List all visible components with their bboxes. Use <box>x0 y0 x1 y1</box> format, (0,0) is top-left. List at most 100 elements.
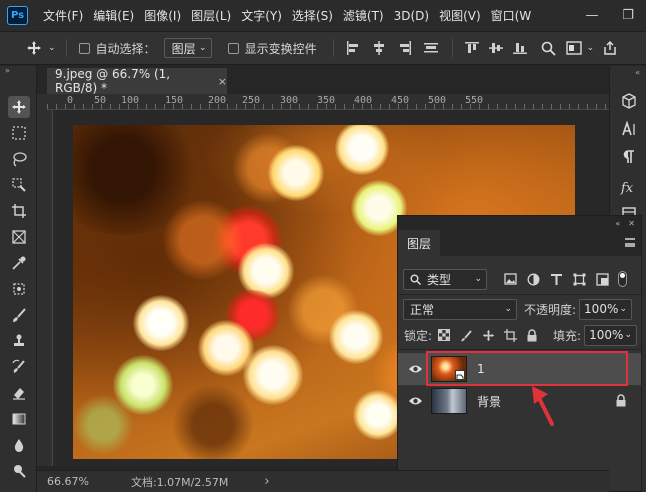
ruler-label: 450 <box>391 95 410 106</box>
move-tool-icon[interactable] <box>8 96 30 118</box>
eraser-tool-icon[interactable] <box>8 382 30 404</box>
collapse-icon[interactable]: » <box>0 66 36 80</box>
blur-tool-icon[interactable] <box>8 434 30 456</box>
dodge-tool-icon[interactable] <box>8 460 30 482</box>
divider <box>398 294 641 295</box>
dark-bokeh <box>173 385 253 459</box>
horizontal-ruler[interactable]: 0 50 100 150 200 250 300 350 400 450 500… <box>47 94 609 110</box>
crop-tool-icon[interactable] <box>8 200 30 222</box>
collapse-icon[interactable]: « <box>615 219 620 228</box>
filter-kind-dropdown[interactable]: 类型 ⌄ <box>403 268 487 290</box>
history-brush-tool-icon[interactable] <box>8 356 30 378</box>
character-panel-icon[interactable] <box>620 120 638 138</box>
fill-value: 100% <box>589 328 624 342</box>
status-menu-arrow[interactable]: › <box>264 474 269 489</box>
lock-all-icon[interactable] <box>525 328 539 342</box>
ruler-label: 100 <box>121 95 140 106</box>
lasso-tool-icon[interactable] <box>8 148 30 170</box>
fx-styles-icon[interactable]: fx <box>620 178 638 196</box>
close-icon[interactable]: × <box>218 75 227 88</box>
frame-tool-icon[interactable] <box>8 226 30 248</box>
zoom-level[interactable]: 66.67% <box>47 475 89 488</box>
tab-layers[interactable]: 图层 <box>398 230 440 256</box>
adjustment-filter-icon[interactable] <box>526 272 540 286</box>
ruler-label: 550 <box>465 95 484 106</box>
visibility-eye-icon[interactable] <box>405 394 425 408</box>
panel-tab-bar: 图层 <box>398 230 641 256</box>
visibility-eye-icon[interactable] <box>405 362 425 376</box>
align-right-icon[interactable] <box>398 41 412 55</box>
layer-row[interactable]: 背景 <box>398 385 641 417</box>
lock-position-icon[interactable] <box>481 328 495 342</box>
brush-tool-icon[interactable] <box>8 304 30 326</box>
menu-layer[interactable]: 图层(L) <box>186 7 236 24</box>
opacity-input[interactable]: 100% ⌄ <box>579 298 633 320</box>
svg-text:fx: fx <box>620 181 634 195</box>
ruler-label: 350 <box>317 95 336 106</box>
search-icon[interactable] <box>541 41 556 56</box>
filter-toggle[interactable] <box>618 271 627 287</box>
restore-button[interactable]: ❐ <box>610 0 646 31</box>
vertical-ruler[interactable] <box>37 110 53 466</box>
chevron-down-icon: ⌄ <box>624 330 633 340</box>
move-tool-icon[interactable] <box>26 40 42 56</box>
bokeh-light <box>335 125 389 175</box>
collapse-icon[interactable]: « <box>635 68 640 77</box>
marquee-tool-icon[interactable] <box>8 122 30 144</box>
align-vertical-center-icon[interactable] <box>488 41 503 55</box>
chevron-down-icon: ⌄ <box>474 274 482 284</box>
chevron-down-icon[interactable]: ⌄ <box>587 43 595 53</box>
share-icon[interactable] <box>602 40 618 56</box>
menu-image[interactable]: 图像(I) <box>139 7 186 24</box>
minimize-button[interactable]: — <box>574 0 610 31</box>
lock-transparent-pixels-icon[interactable] <box>437 328 451 342</box>
clone-stamp-tool-icon[interactable] <box>8 330 30 352</box>
show-transform-checkbox[interactable] <box>227 42 239 54</box>
menu-view[interactable]: 视图(V) <box>434 7 486 24</box>
auto-select-target-dropdown[interactable]: 图层 ⌄ <box>163 38 212 58</box>
show-transform-label: 显示变换控件 <box>244 41 317 56</box>
align-top-distribute-icon[interactable] <box>423 41 438 55</box>
blend-mode-dropdown[interactable]: 正常 ⌄ <box>403 298 517 320</box>
align-bottom-icon[interactable] <box>512 41 527 55</box>
panel-menu-icon[interactable] <box>625 238 635 247</box>
quick-selection-tool-icon[interactable] <box>8 174 30 196</box>
fill-input[interactable]: 100% ⌄ <box>584 324 638 346</box>
menu-file[interactable]: 文件(F) <box>38 7 88 24</box>
opacity-label: 不透明度: <box>524 302 577 317</box>
align-left-icon[interactable] <box>346 41 360 55</box>
eyedropper-tool-icon[interactable] <box>8 252 30 274</box>
layer-name: 1 <box>477 362 485 376</box>
menu-filter[interactable]: 滤镜(T) <box>338 7 389 24</box>
document-tab-title: 9.jpeg @ 66.7% (1, RGB/8) * <box>55 67 171 95</box>
gradient-tool-icon[interactable] <box>8 408 30 430</box>
menu-type[interactable]: 文字(Y) <box>236 7 287 24</box>
close-icon[interactable]: ✕ <box>628 219 635 228</box>
healing-brush-tool-icon[interactable] <box>8 278 30 300</box>
image-filter-icon[interactable] <box>503 272 517 286</box>
menu-3d[interactable]: 3D(D) <box>389 9 434 23</box>
workspace-icon[interactable] <box>565 41 582 55</box>
menu-edit[interactable]: 编辑(E) <box>88 7 139 24</box>
align-top-icon[interactable] <box>464 41 479 55</box>
align-horizontal-center-icon[interactable] <box>372 41 386 55</box>
type-filter-icon[interactable] <box>549 272 563 286</box>
paragraph-panel-icon[interactable] <box>620 148 638 166</box>
lock-label: 锁定: <box>404 328 433 343</box>
chevron-down-icon: ⌄ <box>619 304 628 314</box>
menu-window[interactable]: 窗口(W <box>486 7 537 24</box>
layer-row[interactable]: 1 <box>398 353 641 385</box>
bokeh-light <box>268 145 324 201</box>
3d-cube-icon[interactable] <box>620 92 638 110</box>
smart-object-filter-icon[interactable] <box>595 272 609 286</box>
fill-label: 填充: <box>553 328 582 343</box>
lock-artboard-icon[interactable] <box>503 328 517 342</box>
shape-filter-icon[interactable] <box>572 272 586 286</box>
photoshop-logo[interactable]: Ps <box>7 6 28 25</box>
auto-select-checkbox[interactable] <box>78 42 90 54</box>
chevron-down-icon[interactable]: ⌄ <box>48 43 56 53</box>
menu-select[interactable]: 选择(S) <box>287 7 338 24</box>
lock-image-pixels-icon[interactable] <box>459 328 473 342</box>
bokeh-light <box>243 345 303 405</box>
document-tab[interactable]: 9.jpeg @ 66.7% (1, RGB/8) * × <box>47 67 227 95</box>
